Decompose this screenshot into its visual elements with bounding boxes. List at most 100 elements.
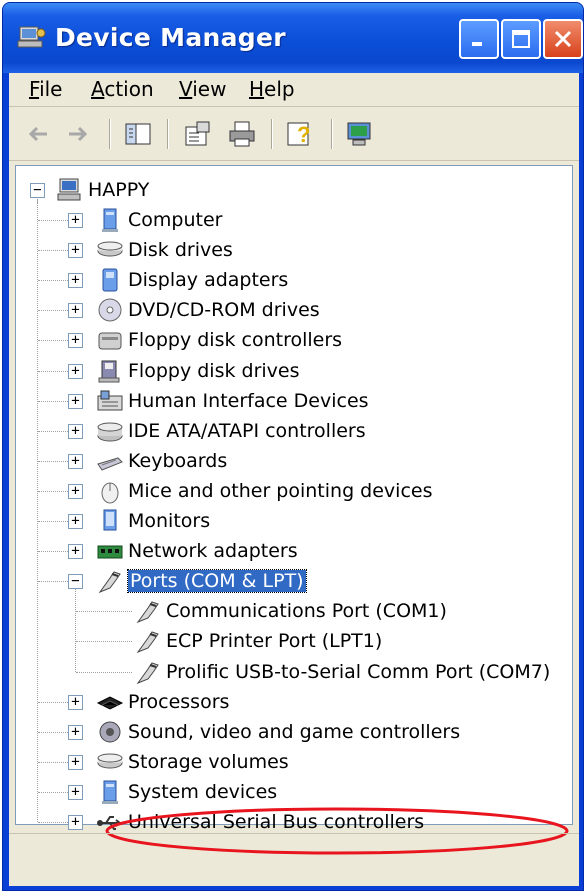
storage-volume-icon — [97, 753, 123, 769]
tree-category-label: Floppy disk drives — [128, 359, 300, 382]
menu-file-rest: ile — [39, 77, 63, 101]
menu-help[interactable]: Help — [249, 77, 295, 101]
menu-file[interactable]: File — [29, 77, 62, 101]
tree-category[interactable]: IDE ATA/ATAPI controllers — [96, 417, 366, 445]
forward-arrow-icon[interactable] — [63, 119, 93, 149]
tree-category[interactable]: Monitors — [96, 507, 210, 535]
maximize-icon — [512, 30, 530, 48]
show-hide-tree-icon[interactable] — [123, 119, 153, 149]
expand-button[interactable]: + — [68, 694, 83, 710]
tree-device[interactable]: ECP Printer Port (LPT1) — [134, 627, 382, 655]
expand-button[interactable]: + — [68, 784, 83, 800]
mouse-icon — [101, 482, 119, 504]
tree-category-label: IDE ATA/ATAPI controllers — [128, 419, 366, 442]
properties-icon[interactable] — [183, 119, 213, 149]
expand-button[interactable]: + — [68, 393, 83, 409]
system-device-icon — [102, 780, 118, 804]
tree-category[interactable]: DVD/CD-ROM drives — [96, 296, 320, 324]
hid-icon — [97, 390, 123, 411]
tree-category[interactable]: Ports (COM & LPT) — [96, 567, 307, 595]
tree-category-label: Processors — [128, 690, 230, 713]
menu-action[interactable]: Action — [91, 77, 154, 101]
port-icon — [136, 631, 159, 654]
expand-button[interactable]: + — [68, 303, 83, 319]
minimize-button[interactable] — [459, 19, 499, 59]
expand-button[interactable]: + — [68, 243, 83, 259]
menu-view-hotkey: V — [179, 77, 193, 101]
tree-line — [38, 581, 68, 583]
tree-category[interactable]: Floppy disk drives — [96, 357, 300, 385]
tree-line — [38, 490, 68, 492]
tree-category[interactable]: Keyboards — [96, 447, 227, 475]
maximize-button[interactable] — [501, 19, 541, 59]
tree-category[interactable]: Computer — [96, 206, 222, 234]
scan-hardware-icon[interactable] — [345, 119, 375, 149]
tree-category[interactable]: Sound, video and game controllers — [96, 718, 460, 746]
title-bar[interactable]: Device Manager — [3, 3, 583, 73]
minimize-icon — [472, 42, 482, 46]
close-button[interactable] — [543, 19, 583, 59]
menu-help-rest: elp — [264, 77, 295, 101]
menu-action-rest: ction — [104, 77, 154, 101]
tree-category[interactable]: Storage volumes — [96, 748, 289, 776]
toolbar-separator — [271, 119, 273, 149]
help-icon[interactable]: ? — [285, 119, 315, 149]
tree-category[interactable]: Floppy disk controllers — [96, 326, 342, 354]
expand-button[interactable]: + — [68, 423, 83, 439]
tree-device[interactable]: Communications Port (COM1) — [134, 597, 447, 625]
tree-category[interactable]: Mice and other pointing devices — [96, 477, 432, 505]
device-manager-icon — [17, 26, 46, 48]
root-collapse-button[interactable]: − — [30, 183, 45, 198]
expand-button[interactable]: + — [68, 483, 83, 499]
tree-category[interactable]: Human Interface Devices — [96, 387, 369, 415]
menu-bar: File Action View Help — [9, 73, 579, 107]
expand-button[interactable]: + — [68, 453, 83, 469]
tree-line — [38, 460, 68, 462]
device-manager-window: Device Manager File Action View Help ? −… — [2, 2, 584, 891]
collapse-button[interactable]: − — [68, 574, 83, 590]
print-icon[interactable] — [227, 119, 257, 149]
expand-button[interactable]: + — [68, 213, 83, 228]
tree-device-label: Communications Port (COM1) — [166, 600, 447, 623]
tree-category[interactable]: System devices — [96, 778, 277, 806]
tree-device-label: Prolific USB-to-Serial Comm Port (COM7) — [166, 660, 551, 683]
expand-button[interactable]: + — [68, 273, 83, 289]
back-arrow-icon[interactable] — [23, 119, 53, 149]
processor-icon — [96, 696, 124, 710]
tree-category[interactable]: Disk drives — [96, 236, 233, 264]
tree-line — [38, 400, 68, 402]
tree-line — [38, 731, 68, 733]
menu-help-hotkey: H — [249, 77, 265, 101]
tree-category[interactable]: Network adapters — [96, 537, 298, 565]
tree-category-label: Disk drives — [128, 239, 233, 262]
tree-category-label: Ports (COM & LPT) — [127, 569, 307, 594]
expand-button[interactable]: + — [68, 724, 83, 740]
menu-action-hotkey: A — [91, 77, 105, 101]
tree-line — [38, 250, 68, 252]
svg-text:?: ? — [297, 122, 310, 147]
tree-root-label: HAPPY — [88, 179, 150, 201]
expand-button[interactable]: + — [68, 363, 83, 379]
tree-root[interactable]: HAPPY — [56, 176, 149, 204]
tree-device[interactable]: Prolific USB-to-Serial Comm Port (COM7) — [134, 658, 550, 686]
computer-icon — [102, 208, 118, 232]
expand-button[interactable]: + — [68, 333, 83, 349]
expand-button[interactable]: + — [68, 514, 83, 529]
tree-line — [76, 671, 132, 673]
keyboard-icon — [97, 457, 123, 471]
menu-view[interactable]: View — [179, 77, 226, 101]
tree-line — [38, 370, 68, 372]
expand-button[interactable]: + — [68, 754, 83, 770]
tree-line — [37, 199, 38, 822]
expand-button[interactable]: + — [68, 544, 83, 560]
expand-button[interactable]: + — [68, 815, 83, 830]
device-tree[interactable]: − HAPPY Computer + Disk drives + Display ada… — [15, 165, 573, 855]
tree-category[interactable]: Processors — [96, 688, 229, 716]
tree-category[interactable]: Display adapters — [96, 266, 288, 294]
close-icon — [554, 30, 572, 48]
tree-category-label: Keyboards — [128, 449, 228, 472]
port-icon — [136, 601, 159, 624]
monitor-icon — [103, 509, 117, 531]
toolbar-separator — [331, 119, 333, 149]
ide-controller-icon — [97, 422, 123, 442]
